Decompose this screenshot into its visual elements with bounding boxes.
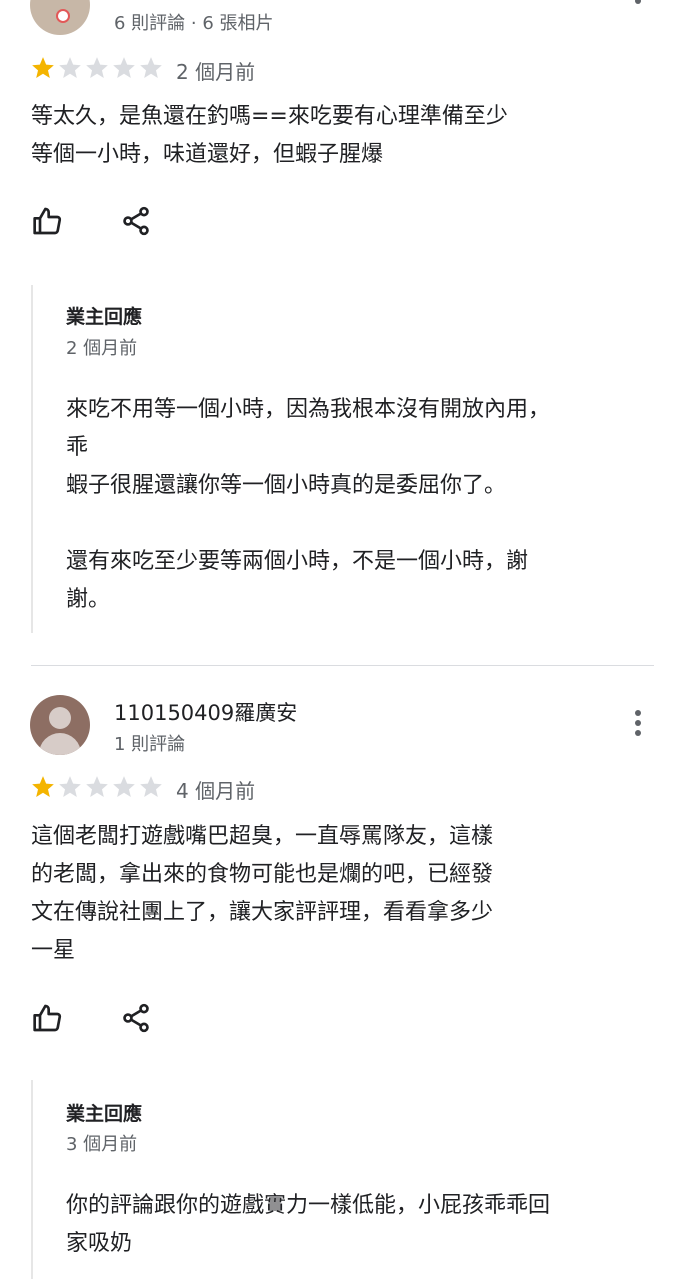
thumb-up-icon[interactable] bbox=[32, 1002, 64, 1034]
more-options-icon[interactable] bbox=[628, 0, 648, 18]
star-rating bbox=[30, 55, 164, 81]
reviewer-meta: 6 則評論 · 6 張相片 bbox=[114, 13, 274, 34]
thumb-up-icon[interactable] bbox=[32, 205, 64, 237]
review-text: 這個老闆打遊戲嘴巴超臭，一直辱罵隊友，這樣 的老闆，拿出來的食物可能也是爛的吧，… bbox=[31, 824, 494, 963]
more-options-icon[interactable] bbox=[628, 710, 648, 740]
reviewer-meta: 1 則評論 bbox=[114, 734, 186, 755]
star-empty-icon bbox=[59, 776, 81, 797]
review-time: 4 個月前 bbox=[176, 779, 256, 803]
share-icon[interactable] bbox=[120, 1002, 152, 1034]
star-empty-icon bbox=[140, 57, 162, 78]
owner-reply bbox=[31, 1080, 33, 1279]
owner-reply bbox=[31, 285, 33, 633]
star-filled-icon bbox=[32, 57, 54, 78]
review-time: 2 個月前 bbox=[176, 60, 256, 84]
owner-reply-time: 2 個月前 bbox=[66, 338, 138, 359]
star-filled-icon bbox=[32, 776, 54, 797]
owner-reply-title: 業主回應 bbox=[66, 306, 143, 328]
review-divider bbox=[31, 665, 654, 666]
owner-reply-text: 你的評論跟你的遊戲實力一樣低能，小屁孩乖乖回 家吸奶 bbox=[66, 1193, 551, 1256]
owner-reply-title: 業主回應 bbox=[66, 1103, 143, 1125]
star-empty-icon bbox=[86, 57, 108, 78]
owner-reply-text: 來吃不用等一個小時，因為我根本沒有開放內用， 乖 蝦子很腥還讓你等一個小時真的是… bbox=[66, 397, 551, 612]
reviewer-avatar[interactable] bbox=[30, 695, 90, 755]
star-empty-icon bbox=[113, 57, 135, 78]
star-rating bbox=[30, 774, 164, 800]
star-empty-icon bbox=[140, 776, 162, 797]
reviewer-name[interactable]: 110150409羅廣安 bbox=[114, 697, 297, 727]
review-text: 等太久，是魚還在釣嗎==來吃要有心理準備至少 等個一小時，味道還好，但蝦子腥爆 bbox=[31, 104, 508, 167]
star-empty-icon bbox=[113, 776, 135, 797]
star-empty-icon bbox=[86, 776, 108, 797]
owner-reply-time: 3 個月前 bbox=[66, 1134, 138, 1155]
star-empty-icon bbox=[59, 57, 81, 78]
share-icon[interactable] bbox=[120, 205, 152, 237]
reviewer-avatar[interactable] bbox=[30, 0, 90, 35]
